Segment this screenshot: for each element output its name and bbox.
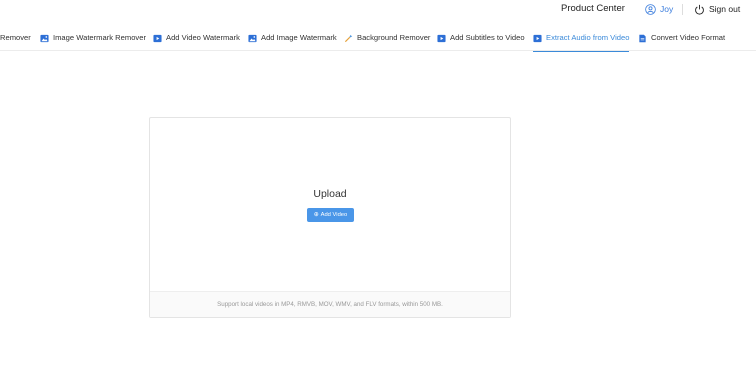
top-bar: Product Center Joy Sign out <box>0 0 756 22</box>
tab-add-image-watermark[interactable]: Add Image Watermark <box>248 28 337 51</box>
tab-label: Convert Video Format <box>651 33 726 42</box>
tab-add-video-watermark[interactable]: Add Video Watermark <box>153 28 240 51</box>
video-icon <box>153 34 162 42</box>
sign-out-button[interactable]: Sign out <box>694 1 740 17</box>
tab-label: Add Subtitles to Video <box>450 33 525 42</box>
tab-label: Background Remover <box>357 33 431 42</box>
page: Product Center Joy Sign out Remover Imag… <box>0 0 756 382</box>
document-icon <box>639 34 646 42</box>
supported-formats-note: Support local videos in MP4, RMVB, MOV, … <box>217 301 443 308</box>
upload-title: Upload <box>313 188 347 200</box>
tab-label: Extract Audio from Video <box>546 33 630 42</box>
tab-label: Image Watermark Remover <box>53 33 146 42</box>
user-icon <box>645 3 656 15</box>
video-icon <box>437 34 446 42</box>
tab-label: Add Video Watermark <box>166 33 240 42</box>
user-name: Joy <box>660 4 674 14</box>
tab-background-remover[interactable]: Background Remover <box>344 28 430 51</box>
upload-card: Upload ⊕ Add Video Support local videos … <box>149 117 511 318</box>
tab-extract-audio-from-video[interactable]: Extract Audio from Video <box>533 28 630 52</box>
power-icon <box>695 4 704 15</box>
header-divider <box>682 4 683 15</box>
tool-tabs: Remover Image Watermark Remover Add Vide… <box>0 28 756 52</box>
tab-add-subtitles-to-video[interactable]: Add Subtitles to Video <box>437 28 525 51</box>
sign-out-label: Sign out <box>709 4 741 14</box>
tab-convert-video-format[interactable]: Convert Video Format <box>638 28 725 51</box>
add-video-label: Add Video <box>320 212 348 218</box>
image-icon <box>40 34 49 42</box>
add-video-button[interactable]: ⊕ Add Video <box>307 208 354 222</box>
user-menu[interactable]: Joy <box>645 1 673 17</box>
tab-label: Add Image Watermark <box>261 33 337 42</box>
video-icon <box>533 34 542 42</box>
tab-remover[interactable]: Remover <box>0 28 31 51</box>
product-center-link[interactable]: Product Center <box>561 3 625 14</box>
tab-image-watermark-remover[interactable]: Image Watermark Remover <box>40 28 146 51</box>
plus-icon: ⊕ <box>313 212 319 218</box>
tab-label: Remover <box>0 33 31 42</box>
upload-footer: Support local videos in MP4, RMVB, MOV, … <box>150 291 510 317</box>
image-icon <box>248 34 257 42</box>
magic-wand-icon <box>344 34 353 42</box>
